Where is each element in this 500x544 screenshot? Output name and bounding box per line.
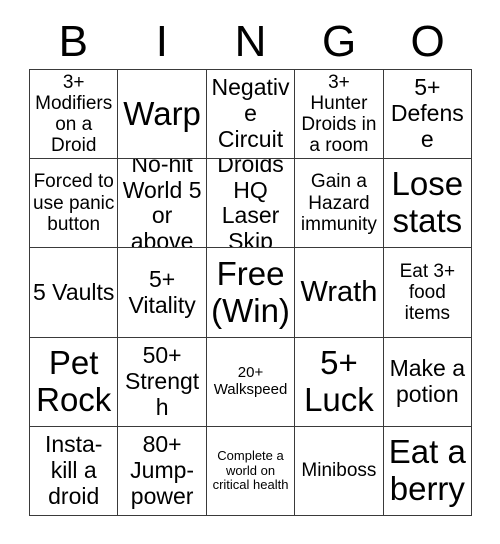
bingo-cell-label: Free (Win) (211, 254, 290, 329)
bingo-cell[interactable]: Forced to use panic button (30, 159, 119, 249)
bingo-cell[interactable]: Warp (118, 70, 207, 160)
bingo-cell-label: 5+ Luck (304, 343, 374, 418)
bingo-cell[interactable]: 5+ Vitality (118, 248, 207, 338)
bingo-grid: 3+ Modifiers on a Droid Warp Negative Ci… (29, 69, 473, 517)
bingo-cell[interactable]: 5 Vaults (30, 248, 119, 338)
bingo-cell-label: 50+ Strength (125, 342, 200, 420)
bingo-cell[interactable]: Droids HQ Laser Skip (206, 159, 296, 249)
bingo-cell[interactable]: Gain a Hazard immunity (295, 159, 384, 249)
bingo-header: B I N G O (29, 14, 472, 69)
bingo-cell-label: 3+ Modifiers on a Droid (35, 71, 113, 157)
bingo-header-letter-i: I (155, 16, 168, 66)
bingo-cell[interactable]: Pet Rock (30, 337, 119, 427)
bingo-cell[interactable]: Eat a berry (383, 426, 473, 517)
bingo-cell[interactable]: 5+ Luck (295, 337, 384, 427)
bingo-cell-label: 3+ Hunter Droids in a room (301, 71, 377, 157)
bingo-cell[interactable]: Wrath (295, 248, 384, 338)
bingo-cell[interactable]: 5+ Defense (383, 70, 473, 160)
bingo-row: Insta-kill a droid 80+ Jump-power Comple… (30, 426, 473, 517)
bingo-row: 3+ Modifiers on a Droid Warp Negative Ci… (30, 70, 473, 160)
bingo-cell[interactable]: 3+ Hunter Droids in a room (295, 70, 384, 160)
bingo-cell[interactable]: Make a potion (383, 337, 473, 427)
bingo-cell-label: 5+ Defense (390, 74, 464, 152)
bingo-header-letter-g: G (321, 16, 357, 66)
bingo-cell[interactable]: Insta-kill a droid (30, 426, 119, 517)
bingo-cell[interactable]: Complete a world on critical health (206, 426, 296, 517)
bingo-cell-label: Droids HQ Laser Skip (217, 159, 284, 249)
bingo-card: B I N G O 3+ Modifiers on a Droid Warp N… (0, 0, 500, 544)
bingo-cell-label: 5 Vaults (33, 278, 115, 305)
bingo-cell-label: Complete a world on critical health (212, 448, 289, 493)
bingo-row: 5 Vaults 5+ Vitality Free (Win) Wrath Ea… (30, 248, 473, 338)
bingo-cell[interactable]: Lose stats (383, 159, 473, 249)
bingo-row: Forced to use panic button No-hit World … (30, 159, 473, 249)
bingo-cell[interactable]: 3+ Modifiers on a Droid (30, 70, 119, 160)
bingo-cell[interactable]: 20+ Walkspeed (206, 337, 296, 427)
bingo-cell-label: Miniboss (301, 460, 377, 482)
bingo-cell-label: Insta-kill a droid (44, 431, 103, 509)
bingo-cell[interactable]: No-hit World 5 or above (118, 159, 207, 249)
bingo-cell-label: 5+ Vitality (128, 265, 196, 318)
bingo-cell-free-space[interactable]: Free (Win) (206, 248, 296, 338)
bingo-cell-label: Forced to use panic button (33, 171, 115, 235)
bingo-cell-label: Eat 3+ food items (399, 260, 456, 325)
bingo-cell-label: 80+ Jump-power (130, 431, 195, 509)
bingo-cell-label: Pet Rock (36, 343, 112, 418)
bingo-cell-label: Gain a Hazard immunity (300, 171, 377, 235)
bingo-cell-label: Negative Circuit (211, 74, 290, 152)
bingo-header-letter-b: B (58, 16, 88, 66)
bingo-cell-label: No-hit World 5 or above (122, 159, 202, 249)
bingo-cell-label: Eat a berry (388, 432, 466, 507)
bingo-row: Pet Rock 50+ Strength 20+ Walkspeed 5+ L… (30, 337, 473, 427)
bingo-cell-label: Lose stats (391, 165, 464, 240)
bingo-cell[interactable]: Eat 3+ food items (383, 248, 473, 338)
bingo-cell-label: 20+ Walkspeed (213, 363, 288, 398)
bingo-cell[interactable]: 50+ Strength (118, 337, 207, 427)
bingo-header-letter-o: O (410, 16, 445, 66)
bingo-cell[interactable]: Negative Circuit (206, 70, 296, 160)
bingo-cell[interactable]: 80+ Jump-power (118, 426, 207, 517)
bingo-cell[interactable]: Miniboss (295, 426, 384, 517)
bingo-cell-label: Wrath (300, 276, 378, 309)
bingo-header-letter-n: N (234, 16, 267, 66)
bingo-cell-label: Warp (123, 94, 201, 132)
bingo-cell-label: Make a potion (389, 354, 466, 407)
